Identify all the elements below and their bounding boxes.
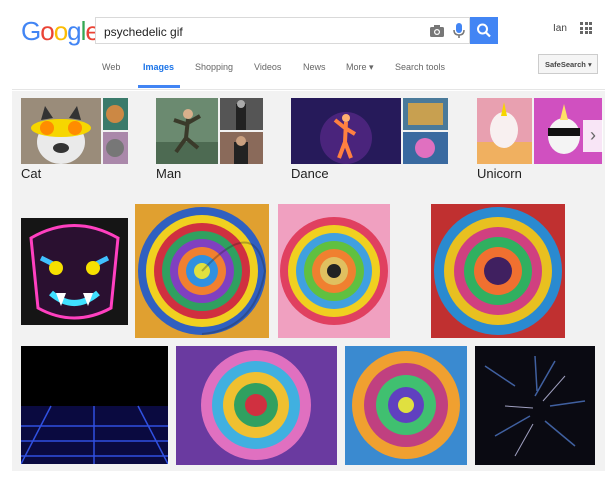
active-tab-indicator: [138, 85, 180, 88]
tab-images[interactable]: Images: [143, 62, 174, 72]
related-search-dance[interactable]: Dance: [291, 98, 448, 182]
apps-grid-icon[interactable]: [580, 22, 592, 34]
microphone-icon[interactable]: [452, 22, 466, 40]
safesearch-button[interactable]: SafeSearch ▾: [538, 54, 598, 74]
image-result[interactable]: [475, 346, 595, 465]
search-input[interactable]: [102, 22, 406, 41]
image-result[interactable]: [278, 204, 390, 338]
image-result[interactable]: [345, 346, 467, 465]
chevron-right-icon[interactable]: ›: [583, 120, 603, 152]
user-name[interactable]: Ian: [553, 23, 567, 34]
search-icon: [477, 23, 491, 38]
camera-icon[interactable]: [429, 23, 445, 39]
google-logo[interactable]: Google: [21, 16, 100, 47]
header-divider: [12, 89, 605, 90]
related-image-man-3: [220, 132, 263, 164]
related-image-man-2: [220, 98, 263, 130]
image-result[interactable]: [176, 346, 337, 465]
related-label-cat: Cat: [21, 166, 42, 181]
image-result[interactable]: [21, 218, 128, 325]
image-result[interactable]: [135, 204, 269, 338]
related-search-man[interactable]: Man: [156, 98, 263, 182]
search-tabs: Web Images Shopping Videos News More ▾ S…: [12, 46, 605, 89]
image-result[interactable]: [431, 204, 565, 338]
tab-shopping[interactable]: Shopping: [195, 62, 233, 72]
image-result[interactable]: [21, 346, 168, 464]
search-button[interactable]: [470, 17, 498, 44]
related-image-dance: [291, 98, 401, 164]
search-box[interactable]: [95, 17, 470, 44]
related-image-cat-3: [103, 132, 128, 164]
tab-web[interactable]: Web: [102, 62, 120, 72]
related-label-man: Man: [156, 166, 182, 181]
related-image-unicorn: [477, 98, 532, 164]
related-image-dance-3: [403, 132, 448, 164]
related-label-unicorn: Unicorn: [477, 166, 522, 181]
related-image-dance-2: [403, 98, 448, 130]
related-image-cat-2: [103, 98, 128, 130]
related-image-cat: [21, 98, 101, 164]
related-image-man: [156, 98, 218, 164]
tab-search-tools[interactable]: Search tools: [395, 62, 445, 72]
tab-news[interactable]: News: [303, 62, 326, 72]
related-label-dance: Dance: [291, 166, 329, 181]
tab-more[interactable]: More ▾: [346, 62, 374, 73]
tab-videos[interactable]: Videos: [254, 62, 281, 72]
related-search-cat[interactable]: Cat: [21, 98, 128, 182]
